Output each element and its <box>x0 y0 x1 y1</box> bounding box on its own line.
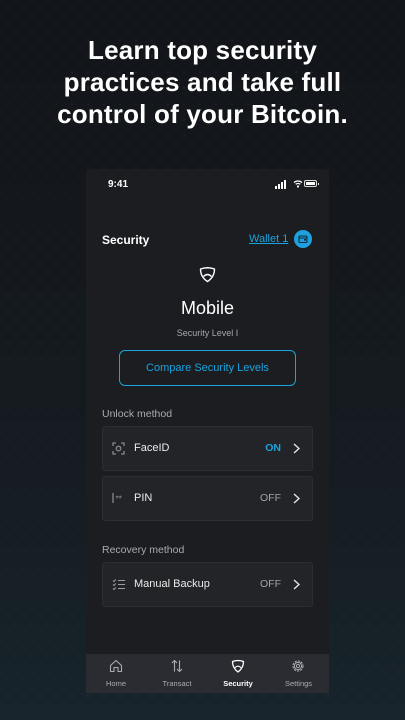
recovery-item-manual-backup[interactable]: Manual Backup OFF <box>102 562 313 607</box>
headline: Learn top security practices and take fu… <box>57 35 348 129</box>
status-time: 9:41 <box>108 179 129 190</box>
tab-label: Transact <box>162 679 192 688</box>
tab-security[interactable]: Security <box>208 654 268 693</box>
system-icons <box>275 179 319 189</box>
chevron-right-icon <box>293 443 300 454</box>
unlock-method-label: Unlock method <box>102 408 173 420</box>
wallet-icon-button[interactable] <box>294 230 312 248</box>
tab-home[interactable]: Home <box>86 654 146 693</box>
home-icon <box>109 659 123 673</box>
tab-label: Settings <box>284 679 313 688</box>
tab-label: Home <box>105 679 126 688</box>
status-badge: OFF <box>260 578 281 590</box>
battery-icon <box>304 180 319 187</box>
row-label: FaceID <box>134 442 170 454</box>
bottom-tab-bar: Home Transact Security Settings <box>86 654 329 693</box>
shield-icon <box>231 659 245 673</box>
shield-icon <box>199 267 216 283</box>
recovery-method-label: Recovery method <box>102 544 185 556</box>
row-label: PIN <box>134 492 153 504</box>
checklist-icon <box>112 579 125 591</box>
phone-screen: 9:41 Security Wallet 1 Mobile Security L… <box>86 169 329 693</box>
page-title: Security <box>102 233 150 247</box>
chevron-right-icon <box>293 579 300 590</box>
svg-text:**: ** <box>116 495 122 504</box>
tab-label: Security <box>223 679 253 688</box>
tab-settings[interactable]: Settings <box>268 654 329 693</box>
face-id-icon <box>112 442 125 455</box>
chevron-right-icon <box>293 493 300 504</box>
unlock-item-faceid[interactable]: FaceID ON <box>102 426 313 471</box>
gear-icon <box>292 660 304 672</box>
security-level-subtitle: Security Level I <box>176 328 239 338</box>
security-level-title: Mobile <box>180 298 235 318</box>
transact-icon <box>171 659 183 673</box>
wifi-icon <box>293 180 303 188</box>
status-bar: 9:41 <box>86 169 329 199</box>
status-badge: OFF <box>260 492 281 504</box>
wallet-icon <box>298 235 308 244</box>
pin-icon: ** <box>112 493 122 504</box>
compare-security-levels-button[interactable]: Compare Security Levels <box>119 350 296 386</box>
row-label: Manual Backup <box>134 578 210 590</box>
unlock-item-pin[interactable]: ** PIN OFF <box>102 476 313 521</box>
tab-transact[interactable]: Transact <box>146 654 208 693</box>
wallet-selector-link[interactable]: Wallet 1 <box>249 233 288 245</box>
status-badge: ON <box>265 442 281 454</box>
